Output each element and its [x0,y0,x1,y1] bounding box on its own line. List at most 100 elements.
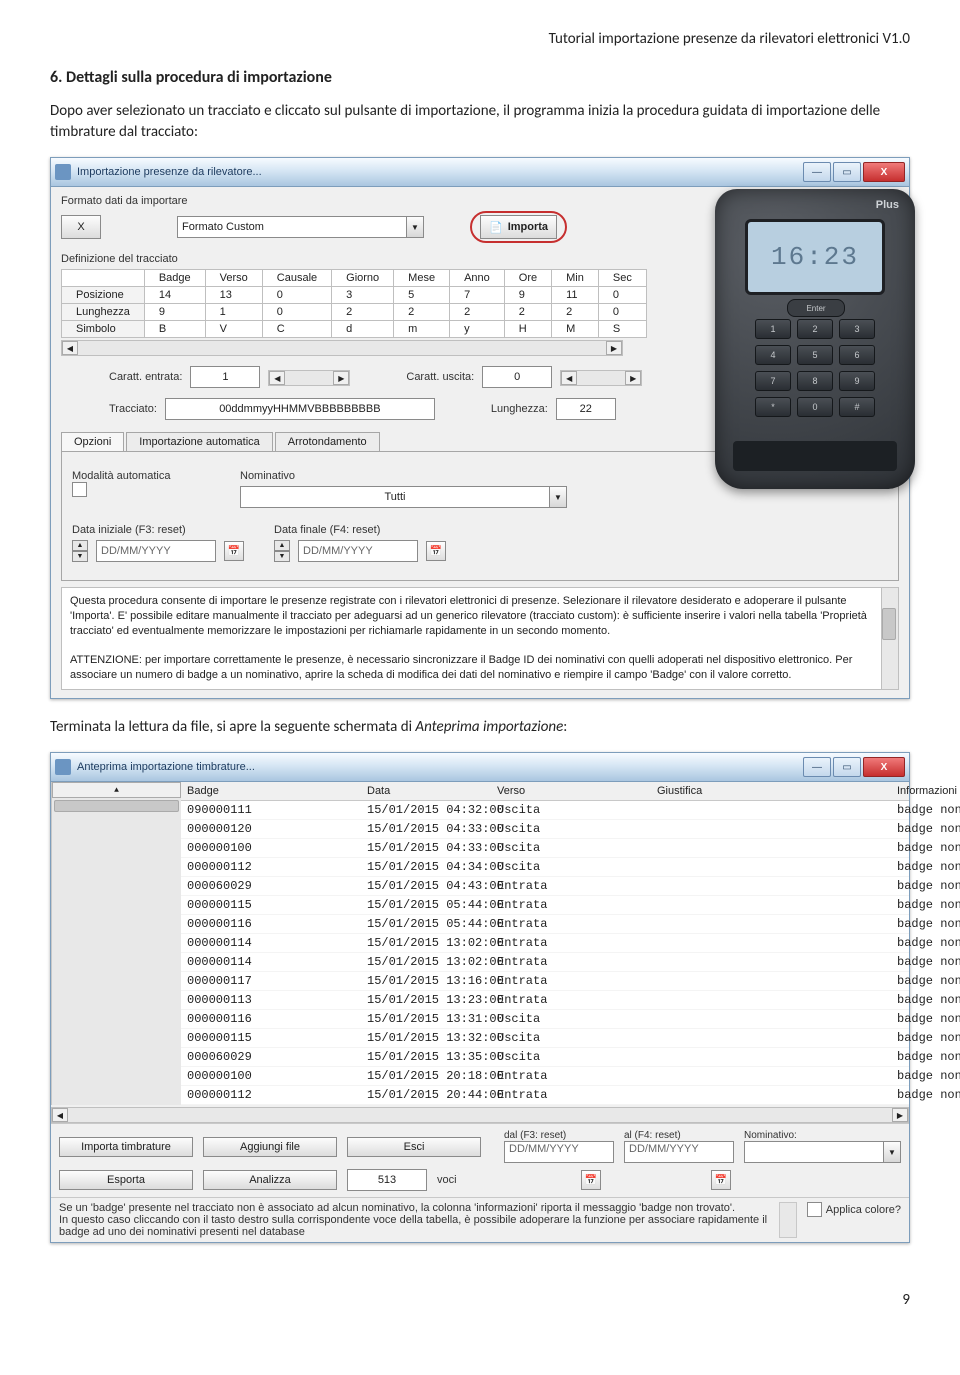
grid-cell[interactable]: 000060029 [181,1048,361,1067]
close-button[interactable]: X [863,757,905,777]
grid-header[interactable]: Giustifica [651,782,891,801]
grid-cell[interactable]: badge non trovato [891,1067,909,1086]
entrata-scroll[interactable]: ◀▶ [268,370,350,386]
grid-cell[interactable]: badge non trovato [891,934,909,953]
grid-cell[interactable]: Entrata [491,972,651,991]
cell[interactable]: y [450,321,505,338]
grid-cell[interactable]: badge non trovato [891,801,909,820]
grid-cell[interactable]: 000000100 [181,1067,361,1086]
lunghezza-input[interactable]: 22 [556,398,616,420]
chevron-down-icon[interactable]: ▼ [884,1141,901,1163]
calendar-icon[interactable]: 📅 [581,1170,601,1190]
cell[interactable]: 2 [394,304,450,321]
grid-cell[interactable] [651,1029,891,1048]
table-hscroll[interactable]: ◀ ▶ [61,340,623,356]
grid-cell[interactable]: 15/01/2015 04:33:00 [361,820,491,839]
cell[interactable]: C [262,321,331,338]
grid-cell[interactable]: badge non trovato [891,953,909,972]
grid-cell[interactable]: Uscita [491,820,651,839]
cell[interactable]: 1 [205,304,262,321]
grid-cell[interactable]: Entrata [491,991,651,1010]
cell[interactable]: 13 [205,287,262,304]
cell[interactable]: V [205,321,262,338]
grid-cell[interactable] [651,858,891,877]
grid-cell[interactable]: 000000114 [181,953,361,972]
maximize-button[interactable]: ▭ [833,757,861,777]
calendar-icon[interactable]: 📅 [224,541,244,561]
grid-cell[interactable] [651,991,891,1010]
grid-cell[interactable]: Entrata [491,877,651,896]
caratt-entrata-input[interactable]: 1 [190,366,260,388]
grid-cell[interactable]: Uscita [491,1010,651,1029]
date-spinner[interactable]: ▲▼ [274,540,290,562]
preview-grid[interactable]: BadgeDataVersoGiustificaInformazioni▲090… [51,782,909,1105]
scroll-left-icon[interactable]: ◀ [62,341,78,355]
esci-button[interactable]: Esci [347,1137,481,1157]
grid-cell[interactable]: 090000111 [181,801,361,820]
cell[interactable]: B [144,321,205,338]
cell[interactable]: M [552,321,599,338]
grid-cell[interactable] [651,801,891,820]
grid-cell[interactable]: badge non trovato [891,820,909,839]
grid-cell[interactable]: 000000114 [181,934,361,953]
grid-cell[interactable]: 000000100 [181,839,361,858]
tab-opzioni[interactable]: Opzioni [61,432,124,451]
cell[interactable]: 3 [332,287,394,304]
chevron-down-icon[interactable]: ▼ [407,216,424,238]
grid-cell[interactable]: 000000115 [181,896,361,915]
titlebar[interactable]: Anteprima importazione timbrature... — ▭… [51,753,909,782]
grid-cell[interactable]: badge non trovato [891,991,909,1010]
cell[interactable]: S [598,321,646,338]
grid-cell[interactable]: badge non trovato [891,972,909,991]
format-combo[interactable]: Formato Custom ▼ [177,216,424,238]
importa-button[interactable]: 📄 Importa [480,215,557,239]
cell[interactable]: H [504,321,551,338]
grid-cell[interactable]: 15/01/2015 13:16:00 [361,972,491,991]
grid-cell[interactable] [651,1010,891,1029]
uscita-scroll[interactable]: ◀▶ [560,370,642,386]
grid-cell[interactable]: 15/01/2015 04:34:00 [361,858,491,877]
grid-cell[interactable]: badge non trovato [891,896,909,915]
grid-cell[interactable]: Uscita [491,801,651,820]
tab-importazione-automatica[interactable]: Importazione automatica [126,432,272,451]
analizza-button[interactable]: Analizza [203,1170,337,1190]
nominativo-combo[interactable]: Tutti ▼ [240,486,567,508]
grid-cell[interactable]: badge non trovato [891,877,909,896]
clear-format-button[interactable]: X [61,215,101,239]
grid-cell[interactable]: 000000116 [181,915,361,934]
calendar-icon[interactable]: 📅 [426,541,446,561]
grid-cell[interactable] [651,839,891,858]
esporta-button[interactable]: Esporta [59,1170,193,1190]
minimize-button[interactable]: — [803,757,831,777]
grid-cell[interactable]: 15/01/2015 13:31:00 [361,1010,491,1029]
al-input[interactable]: DD/MM/YYYY [624,1141,734,1163]
grid-cell[interactable] [651,1086,891,1105]
help-vscroll[interactable] [881,588,898,689]
grid-cell[interactable]: 000060029 [181,877,361,896]
grid-header[interactable]: Data [361,782,491,801]
grid-cell[interactable]: 15/01/2015 13:32:00 [361,1029,491,1048]
cell[interactable]: m [394,321,450,338]
date-spinner[interactable]: ▲▼ [72,540,88,562]
grid-cell[interactable]: 000000112 [181,1086,361,1105]
dal-input[interactable]: DD/MM/YYYY [504,1141,614,1163]
tracciato-table[interactable]: BadgeVersoCausaleGiornoMeseAnnoOreMinSec… [61,269,647,338]
cell[interactable]: 9 [144,304,205,321]
cell[interactable]: 2 [504,304,551,321]
grid-cell[interactable]: 000000117 [181,972,361,991]
scroll-left-icon[interactable]: ◀ [52,1108,68,1122]
grid-cell[interactable]: badge non trovato [891,1086,909,1105]
grid-cell[interactable]: 000000115 [181,1029,361,1048]
grid-cell[interactable]: 000000112 [181,858,361,877]
grid-header[interactable]: Informazioni [891,782,909,801]
tracciato-input[interactable]: 00ddmmyyHHMMVBBBBBBBBB [165,398,435,420]
grid-cell[interactable] [651,896,891,915]
grid-cell[interactable]: Uscita [491,839,651,858]
grid-cell[interactable]: 15/01/2015 04:43:00 [361,877,491,896]
grid-cell[interactable]: Uscita [491,1029,651,1048]
cell[interactable]: 5 [394,287,450,304]
grid-cell[interactable] [651,915,891,934]
grid-cell[interactable]: 15/01/2015 20:44:00 [361,1086,491,1105]
modalita-checkbox[interactable] [72,482,87,497]
grid-cell[interactable]: Entrata [491,896,651,915]
